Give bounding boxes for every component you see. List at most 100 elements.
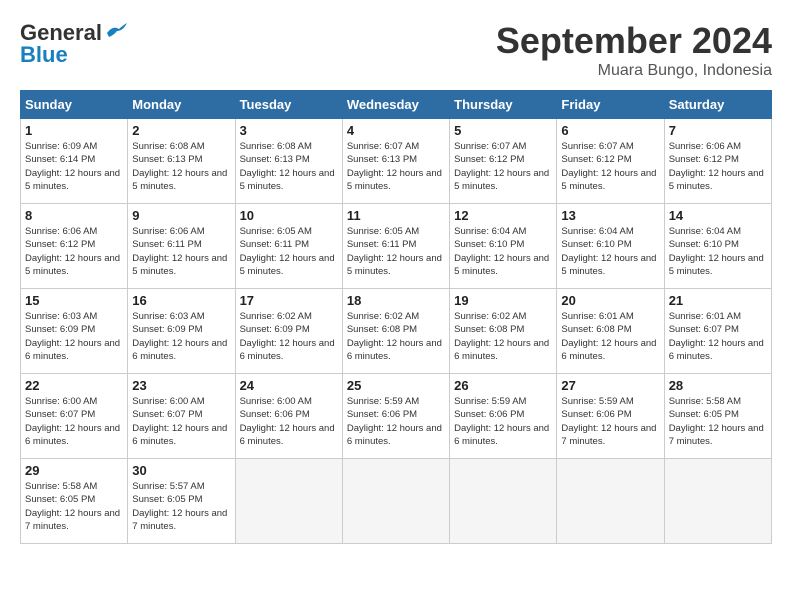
logo-bird-icon — [105, 23, 127, 44]
day-info: Sunrise: 5:59 AMSunset: 6:06 PMDaylight:… — [561, 396, 656, 447]
header-tuesday: Tuesday — [235, 91, 342, 119]
calendar-cell: 22 Sunrise: 6:00 AMSunset: 6:07 PMDaylig… — [21, 374, 128, 459]
day-number: 22 — [25, 378, 123, 393]
header-monday: Monday — [128, 91, 235, 119]
day-number: 20 — [561, 293, 659, 308]
calendar-cell: 30 Sunrise: 5:57 AMSunset: 6:05 PMDaylig… — [128, 459, 235, 544]
day-number: 25 — [347, 378, 445, 393]
day-number: 26 — [454, 378, 552, 393]
day-info: Sunrise: 6:01 AMSunset: 6:07 PMDaylight:… — [669, 311, 764, 362]
header-friday: Friday — [557, 91, 664, 119]
calendar-cell: 11 Sunrise: 6:05 AMSunset: 6:11 PMDaylig… — [342, 204, 449, 289]
day-info: Sunrise: 6:07 AMSunset: 6:13 PMDaylight:… — [347, 141, 442, 192]
day-info: Sunrise: 6:04 AMSunset: 6:10 PMDaylight:… — [669, 226, 764, 277]
day-number: 24 — [240, 378, 338, 393]
day-number: 14 — [669, 208, 767, 223]
calendar-row: 29 Sunrise: 5:58 AMSunset: 6:05 PMDaylig… — [21, 459, 772, 544]
day-number: 16 — [132, 293, 230, 308]
calendar-cell: 8 Sunrise: 6:06 AMSunset: 6:12 PMDayligh… — [21, 204, 128, 289]
calendar-cell: 18 Sunrise: 6:02 AMSunset: 6:08 PMDaylig… — [342, 289, 449, 374]
day-info: Sunrise: 6:02 AMSunset: 6:08 PMDaylight:… — [454, 311, 549, 362]
calendar-cell — [235, 459, 342, 544]
day-number: 8 — [25, 208, 123, 223]
day-number: 15 — [25, 293, 123, 308]
calendar-cell: 26 Sunrise: 5:59 AMSunset: 6:06 PMDaylig… — [450, 374, 557, 459]
calendar-cell: 15 Sunrise: 6:03 AMSunset: 6:09 PMDaylig… — [21, 289, 128, 374]
calendar-cell: 13 Sunrise: 6:04 AMSunset: 6:10 PMDaylig… — [557, 204, 664, 289]
day-number: 4 — [347, 123, 445, 138]
day-info: Sunrise: 5:58 AMSunset: 6:05 PMDaylight:… — [25, 481, 120, 532]
day-info: Sunrise: 6:00 AMSunset: 6:06 PMDaylight:… — [240, 396, 335, 447]
month-title: September 2024 — [496, 20, 772, 62]
calendar-cell: 10 Sunrise: 6:05 AMSunset: 6:11 PMDaylig… — [235, 204, 342, 289]
calendar-cell — [342, 459, 449, 544]
calendar-cell: 20 Sunrise: 6:01 AMSunset: 6:08 PMDaylig… — [557, 289, 664, 374]
calendar-cell: 24 Sunrise: 6:00 AMSunset: 6:06 PMDaylig… — [235, 374, 342, 459]
day-info: Sunrise: 6:09 AMSunset: 6:14 PMDaylight:… — [25, 141, 120, 192]
day-info: Sunrise: 6:02 AMSunset: 6:09 PMDaylight:… — [240, 311, 335, 362]
day-info: Sunrise: 6:08 AMSunset: 6:13 PMDaylight:… — [132, 141, 227, 192]
day-number: 5 — [454, 123, 552, 138]
calendar-cell: 27 Sunrise: 5:59 AMSunset: 6:06 PMDaylig… — [557, 374, 664, 459]
calendar-row: 22 Sunrise: 6:00 AMSunset: 6:07 PMDaylig… — [21, 374, 772, 459]
calendar-cell: 4 Sunrise: 6:07 AMSunset: 6:13 PMDayligh… — [342, 119, 449, 204]
day-number: 19 — [454, 293, 552, 308]
day-info: Sunrise: 6:08 AMSunset: 6:13 PMDaylight:… — [240, 141, 335, 192]
day-info: Sunrise: 6:05 AMSunset: 6:11 PMDaylight:… — [347, 226, 442, 277]
location-subtitle: Muara Bungo, Indonesia — [496, 62, 772, 80]
day-info: Sunrise: 6:04 AMSunset: 6:10 PMDaylight:… — [561, 226, 656, 277]
calendar-row: 8 Sunrise: 6:06 AMSunset: 6:12 PMDayligh… — [21, 204, 772, 289]
day-info: Sunrise: 5:59 AMSunset: 6:06 PMDaylight:… — [454, 396, 549, 447]
calendar-cell: 21 Sunrise: 6:01 AMSunset: 6:07 PMDaylig… — [664, 289, 771, 374]
day-number: 13 — [561, 208, 659, 223]
logo-text-blue: Blue — [20, 42, 68, 68]
day-number: 3 — [240, 123, 338, 138]
day-number: 11 — [347, 208, 445, 223]
header-thursday: Thursday — [450, 91, 557, 119]
day-info: Sunrise: 6:06 AMSunset: 6:12 PMDaylight:… — [669, 141, 764, 192]
header-sunday: Sunday — [21, 91, 128, 119]
day-info: Sunrise: 5:58 AMSunset: 6:05 PMDaylight:… — [669, 396, 764, 447]
day-number: 27 — [561, 378, 659, 393]
calendar-cell: 25 Sunrise: 5:59 AMSunset: 6:06 PMDaylig… — [342, 374, 449, 459]
day-info: Sunrise: 6:03 AMSunset: 6:09 PMDaylight:… — [132, 311, 227, 362]
day-number: 12 — [454, 208, 552, 223]
day-number: 28 — [669, 378, 767, 393]
calendar-row: 1 Sunrise: 6:09 AMSunset: 6:14 PMDayligh… — [21, 119, 772, 204]
calendar-cell: 23 Sunrise: 6:00 AMSunset: 6:07 PMDaylig… — [128, 374, 235, 459]
calendar-cell — [450, 459, 557, 544]
title-area: September 2024 Muara Bungo, Indonesia — [496, 20, 772, 80]
day-number: 7 — [669, 123, 767, 138]
calendar-row: 15 Sunrise: 6:03 AMSunset: 6:09 PMDaylig… — [21, 289, 772, 374]
day-info: Sunrise: 6:02 AMSunset: 6:08 PMDaylight:… — [347, 311, 442, 362]
day-number: 17 — [240, 293, 338, 308]
calendar-cell: 7 Sunrise: 6:06 AMSunset: 6:12 PMDayligh… — [664, 119, 771, 204]
day-number: 2 — [132, 123, 230, 138]
day-info: Sunrise: 6:00 AMSunset: 6:07 PMDaylight:… — [132, 396, 227, 447]
page-header: General Blue September 2024 Muara Bungo,… — [20, 20, 772, 80]
day-number: 6 — [561, 123, 659, 138]
day-info: Sunrise: 6:04 AMSunset: 6:10 PMDaylight:… — [454, 226, 549, 277]
calendar-cell: 12 Sunrise: 6:04 AMSunset: 6:10 PMDaylig… — [450, 204, 557, 289]
day-info: Sunrise: 5:57 AMSunset: 6:05 PMDaylight:… — [132, 481, 227, 532]
header-saturday: Saturday — [664, 91, 771, 119]
day-number: 1 — [25, 123, 123, 138]
calendar-cell: 14 Sunrise: 6:04 AMSunset: 6:10 PMDaylig… — [664, 204, 771, 289]
calendar-cell — [664, 459, 771, 544]
day-number: 21 — [669, 293, 767, 308]
day-number: 18 — [347, 293, 445, 308]
calendar-cell: 3 Sunrise: 6:08 AMSunset: 6:13 PMDayligh… — [235, 119, 342, 204]
calendar-cell: 2 Sunrise: 6:08 AMSunset: 6:13 PMDayligh… — [128, 119, 235, 204]
calendar-cell: 17 Sunrise: 6:02 AMSunset: 6:09 PMDaylig… — [235, 289, 342, 374]
calendar-cell: 1 Sunrise: 6:09 AMSunset: 6:14 PMDayligh… — [21, 119, 128, 204]
day-info: Sunrise: 6:06 AMSunset: 6:11 PMDaylight:… — [132, 226, 227, 277]
day-info: Sunrise: 6:03 AMSunset: 6:09 PMDaylight:… — [25, 311, 120, 362]
day-info: Sunrise: 6:05 AMSunset: 6:11 PMDaylight:… — [240, 226, 335, 277]
calendar-cell: 9 Sunrise: 6:06 AMSunset: 6:11 PMDayligh… — [128, 204, 235, 289]
day-info: Sunrise: 6:01 AMSunset: 6:08 PMDaylight:… — [561, 311, 656, 362]
day-info: Sunrise: 6:00 AMSunset: 6:07 PMDaylight:… — [25, 396, 120, 447]
calendar-cell: 5 Sunrise: 6:07 AMSunset: 6:12 PMDayligh… — [450, 119, 557, 204]
day-info: Sunrise: 5:59 AMSunset: 6:06 PMDaylight:… — [347, 396, 442, 447]
calendar-cell: 29 Sunrise: 5:58 AMSunset: 6:05 PMDaylig… — [21, 459, 128, 544]
day-number: 23 — [132, 378, 230, 393]
